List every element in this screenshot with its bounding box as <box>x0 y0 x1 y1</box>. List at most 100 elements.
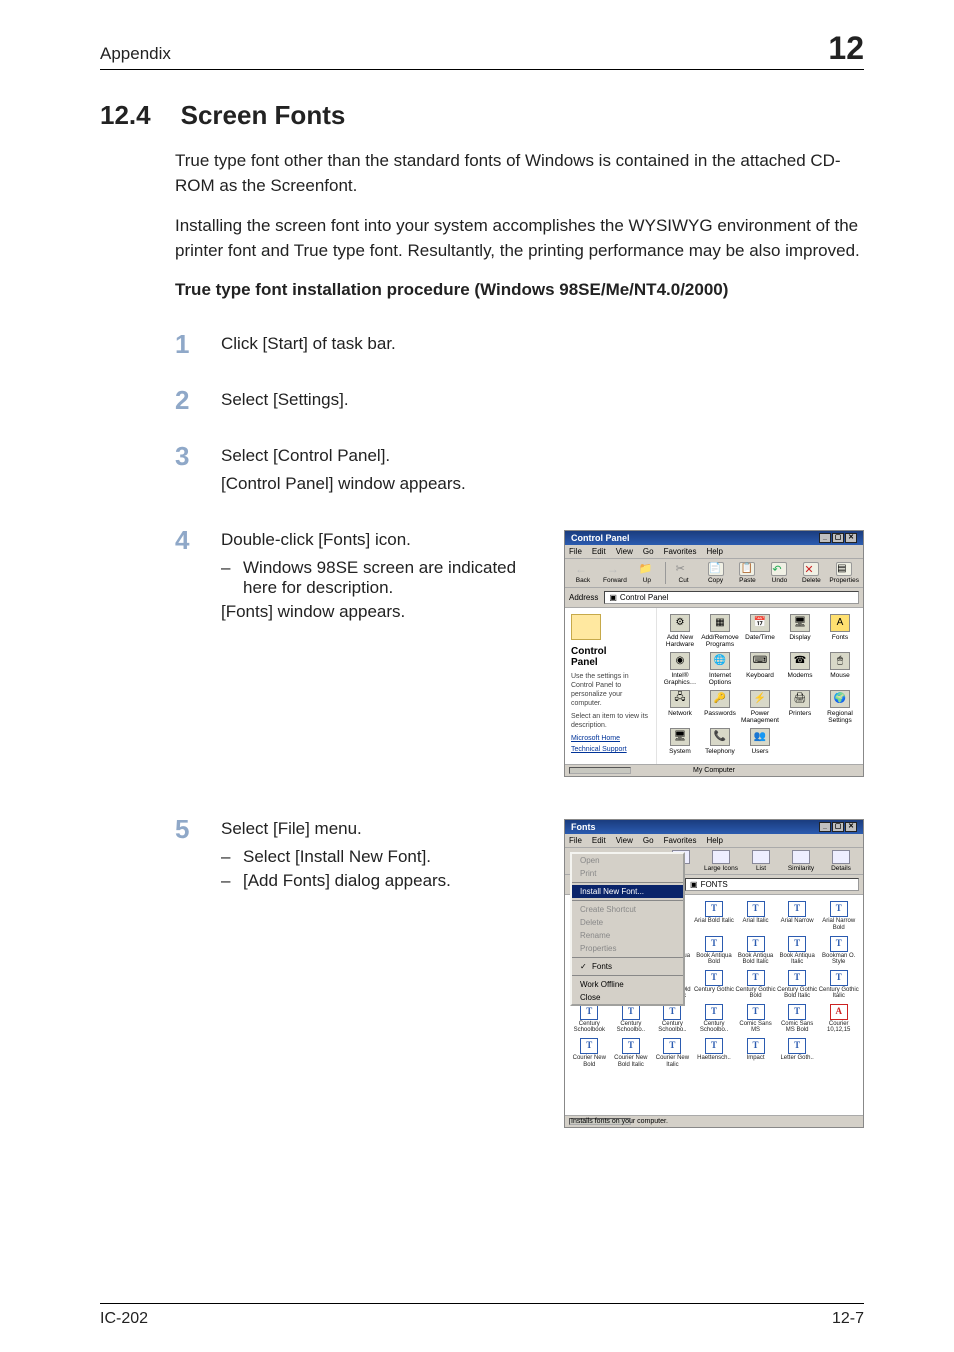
cp-address-input[interactable]: ▣ Control Panel <box>604 591 859 604</box>
cp-item[interactable]: 🖨Printers <box>781 690 819 724</box>
dd-work-offline[interactable]: Work Offline <box>572 978 683 991</box>
cp-item[interactable]: 🖧Network <box>661 690 699 724</box>
cp-item-fonts[interactable]: AFonts <box>821 614 859 648</box>
cp-menu-go[interactable]: Go <box>643 547 654 556</box>
font-item[interactable]: TCentury Schoolbo.. <box>694 1004 735 1034</box>
dd-properties[interactable]: Properties <box>572 942 683 955</box>
step-2-text: Select [Settings]. <box>221 390 864 410</box>
cp-item[interactable]: ▦Add/Remove Programs <box>701 614 739 648</box>
cp-item[interactable]: ⚡Power Management <box>741 690 779 724</box>
cp-tb-paste[interactable]: Paste <box>734 562 762 584</box>
fonts-address-input[interactable]: ▣ FONTS <box>685 878 859 891</box>
font-item[interactable]: TCourier New Bold <box>569 1038 610 1068</box>
cp-item[interactable]: 🖱Mouse <box>821 652 859 686</box>
footer-page-number: 12-7 <box>832 1310 864 1328</box>
fonts-statusbar: Installs fonts on your computer. <box>565 1115 863 1127</box>
font-item[interactable]: TCentury Gothic Bold <box>735 970 776 1000</box>
dd-create-shortcut[interactable]: Create Shortcut <box>572 903 683 916</box>
font-item[interactable]: TCentury Gothic Bold Italic <box>777 970 818 1000</box>
font-item[interactable]: TArial Bold Italic <box>694 901 735 931</box>
cp-item[interactable]: 🖥System <box>661 728 699 755</box>
file-menu-dropdown: Open Print Install New Font... Create Sh… <box>570 852 685 1006</box>
cp-menubar[interactable]: File Edit View Go Favorites Help <box>565 545 863 559</box>
font-item[interactable]: TBook Antiqua Bold <box>694 936 735 966</box>
fonts-menu-file[interactable]: File <box>569 836 582 845</box>
font-item[interactable]: TBookman O. Style <box>818 936 859 966</box>
step-4-number: 4 <box>175 526 193 792</box>
dd-install-new-font[interactable]: Install New Font... <box>572 885 683 898</box>
dd-delete[interactable]: Delete <box>572 916 683 929</box>
cp-item[interactable]: ⌨Keyboard <box>741 652 779 686</box>
close-icon[interactable]: ✕ <box>845 533 857 543</box>
cp-item[interactable]: 👥Users <box>741 728 779 755</box>
step-5-text-1: Select [File] menu. <box>221 819 544 839</box>
font-item[interactable]: TCentury Schoolbook <box>569 1004 610 1034</box>
font-item[interactable]: TCentury Schoolbo.. <box>611 1004 652 1034</box>
fonts-menubar[interactable]: File Edit View Go Favorites Help <box>565 834 863 848</box>
step-5-sub-2: [Add Fonts] dialog appears. <box>221 871 544 891</box>
font-item[interactable]: TComic Sans MS Bold <box>777 1004 818 1034</box>
cp-tb-up[interactable]: Up <box>633 562 661 584</box>
cp-tb-properties[interactable]: Properties <box>829 562 859 584</box>
dd-rename[interactable]: Rename <box>572 929 683 942</box>
fonts-tb-list[interactable]: List <box>743 850 779 872</box>
fonts-tb-large-icons[interactable]: Large Icons <box>703 850 739 872</box>
step-3-number: 3 <box>175 442 193 502</box>
cp-item[interactable]: ⚙Add New Hardware <box>661 614 699 648</box>
cp-link-mshome[interactable]: Microsoft Home <box>571 735 620 742</box>
cp-menu-file[interactable]: File <box>569 547 582 556</box>
cp-menu-help[interactable]: Help <box>706 547 722 556</box>
font-item[interactable]: TArial Italic <box>735 901 776 931</box>
font-item[interactable]: TCourier New Italic <box>652 1038 693 1068</box>
font-item[interactable]: TCentury Gothic Italic <box>818 970 859 1000</box>
fonts-menu-favorites[interactable]: Favorites <box>664 836 697 845</box>
minimize-icon[interactable]: _ <box>819 533 831 543</box>
font-item[interactable]: TLetter Goth.. <box>777 1038 818 1068</box>
font-item[interactable]: TCentury Schoolbo.. <box>652 1004 693 1034</box>
fonts-tb-details[interactable]: Details <box>823 850 859 872</box>
fonts-menu-view[interactable]: View <box>616 836 633 845</box>
font-item[interactable]: TCentury Gothic <box>694 970 735 1000</box>
cp-item[interactable]: ◉Intel® Graphics… <box>661 652 699 686</box>
font-item[interactable]: ACourier 10,12,15 <box>818 1004 859 1034</box>
cp-item[interactable]: 🔑Passwords <box>701 690 739 724</box>
fonts-menu-edit[interactable]: Edit <box>592 836 606 845</box>
cp-tb-back[interactable]: Back <box>569 562 597 584</box>
font-item[interactable]: TCourier New Bold Italic <box>611 1038 652 1068</box>
maximize-icon[interactable]: ▢ <box>832 533 844 543</box>
font-item[interactable]: TImpact <box>735 1038 776 1068</box>
dd-print[interactable]: Print <box>572 867 683 880</box>
dd-open[interactable]: Open <box>572 854 683 867</box>
cp-item[interactable]: 📅Date/Time <box>741 614 779 648</box>
cp-tb-forward[interactable]: Forward <box>601 562 629 584</box>
cp-item[interactable]: 🌍Regional Settings <box>821 690 859 724</box>
cp-item[interactable]: 🖥Display <box>781 614 819 648</box>
fonts-menu-go[interactable]: Go <box>643 836 654 845</box>
fonts-tb-similarity[interactable]: Similarity <box>783 850 819 872</box>
close-icon[interactable]: ✕ <box>845 822 857 832</box>
cp-tb-undo[interactable]: Undo <box>765 562 793 584</box>
font-item[interactable]: THaettensch.. <box>694 1038 735 1068</box>
font-item[interactable]: TBook Antiqua Bold Italic <box>735 936 776 966</box>
maximize-icon[interactable]: ▢ <box>832 822 844 832</box>
font-item[interactable]: TBook Antiqua Italic <box>777 936 818 966</box>
dd-fonts[interactable]: Fonts <box>572 960 683 973</box>
cp-menu-view[interactable]: View <box>616 547 633 556</box>
cp-tb-delete[interactable]: Delete <box>797 562 825 584</box>
minimize-icon[interactable]: _ <box>819 822 831 832</box>
font-item[interactable]: TArial Narrow Bold <box>818 901 859 931</box>
font-item[interactable]: TArial Narrow <box>777 901 818 931</box>
cp-menu-edit[interactable]: Edit <box>592 547 606 556</box>
cp-tb-copy[interactable]: Copy <box>702 562 730 584</box>
intro-paragraph-1: True type font other than the standard f… <box>175 149 864 198</box>
cp-menu-favorites[interactable]: Favorites <box>664 547 697 556</box>
cp-link-support[interactable]: Technical Support <box>571 746 627 753</box>
cp-item[interactable]: ☎Modems <box>781 652 819 686</box>
cp-tb-cut[interactable]: Cut <box>670 562 698 584</box>
cp-item[interactable]: 📞Telephony <box>701 728 739 755</box>
font-item[interactable]: TComic Sans MS <box>735 1004 776 1034</box>
cp-item[interactable]: 🌐Internet Options <box>701 652 739 686</box>
dd-close[interactable]: Close <box>572 991 683 1004</box>
fonts-menu-help[interactable]: Help <box>706 836 722 845</box>
step-4-after: [Fonts] window appears. <box>221 602 544 622</box>
